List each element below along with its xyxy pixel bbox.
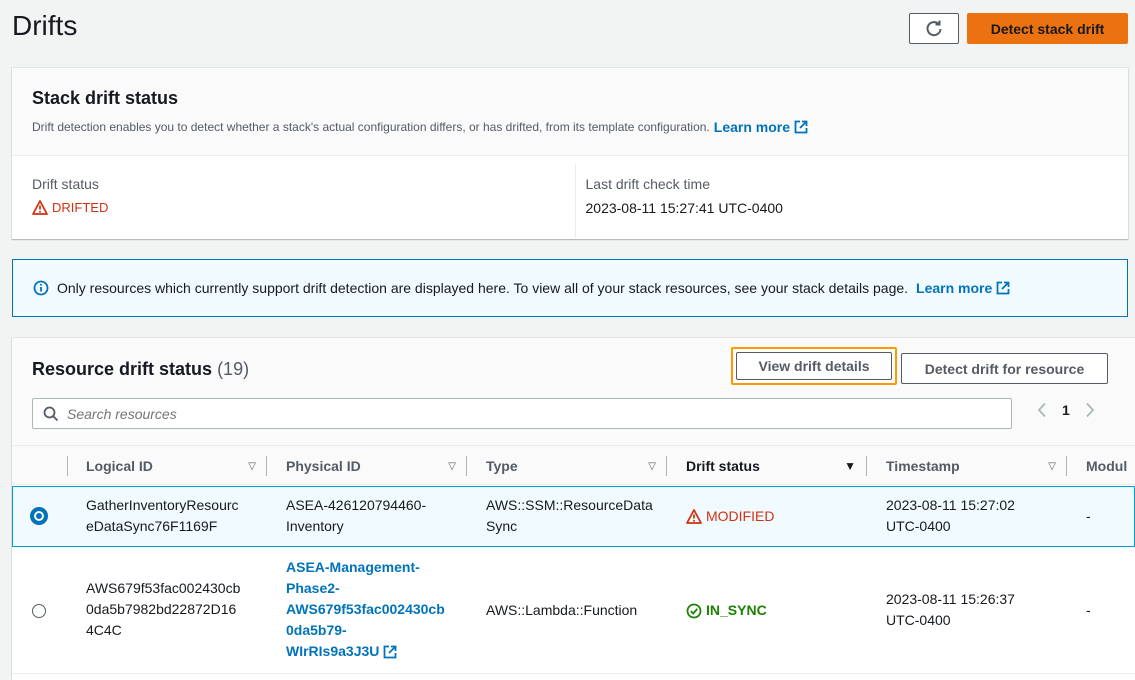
resource-count: (19)	[217, 359, 250, 379]
sort-icon: ▽	[248, 460, 256, 472]
stack-drift-status-title: Stack drift status	[32, 88, 179, 108]
detect-stack-drift-button[interactable]: Detect stack drift	[967, 13, 1128, 44]
column-physical-id-label: Physical ID	[286, 458, 361, 474]
drifted-text: DRIFTED	[52, 200, 109, 215]
warning-icon	[32, 200, 48, 215]
refresh-icon	[926, 20, 942, 36]
chevron-right-icon[interactable]	[1084, 402, 1096, 418]
logical-id-cell: GatherInventoryResourc eDataSync76F1169F	[86, 497, 239, 534]
external-link-icon	[794, 120, 808, 134]
info-learn-more-link[interactable]: Learn more	[916, 280, 1010, 296]
last-check-label: Last drift check time	[585, 176, 711, 192]
last-check-value: 2023-08-11 15:27:41 UTC-0400	[585, 200, 783, 216]
table-row[interactable]: AWS679f53fac002430cb 0da5b7982bd22872D16 4…	[12, 547, 1135, 674]
sort-icon: ▽	[1048, 460, 1056, 472]
timestamp-cell: 2023-08-11 15:27:02 UTC-0400	[886, 497, 1015, 534]
detect-drift-for-resource-button[interactable]: Detect drift for resource	[901, 353, 1108, 384]
type-cell: AWS::Lambda::Function	[486, 602, 638, 618]
column-module-label: Modul	[1086, 458, 1128, 474]
learn-more-label: Learn more	[713, 119, 791, 135]
page-title: Drifts	[12, 10, 78, 41]
last-check-field: Last drift check time 2023-08-11 15:27:4…	[574, 164, 1129, 238]
drift-status-value: DRIFTED	[32, 200, 575, 215]
search-input[interactable]	[67, 405, 967, 422]
row-radio-selected[interactable]	[30, 507, 48, 525]
page-number[interactable]: 1	[1062, 402, 1070, 418]
description-text: Drift detection enables you to detect wh…	[32, 120, 710, 134]
physical-id-cell: ASEA-426120794460- Inventory	[286, 497, 427, 534]
info-alert: Only resources which currently support d…	[12, 259, 1128, 317]
table-header: Logical ID ▽ Physical ID ▽ Type ▽ Drift sta…	[12, 445, 1135, 485]
sort-icon: ▽	[448, 460, 456, 472]
search-icon	[43, 406, 59, 421]
stack-drift-description: Drift detection enables you to detect wh…	[32, 119, 1128, 135]
column-timestamp-label: Timestamp	[886, 458, 960, 474]
drift-status-cell: IN_SYNC	[686, 600, 767, 621]
column-drift-status-label: Drift status	[686, 458, 760, 474]
column-logical-id-label: Logical ID	[86, 458, 153, 474]
column-physical-id[interactable]: Physical ID ▽	[286, 446, 466, 486]
stack-drift-status-header: Stack drift status Drift detection enabl…	[12, 68, 1128, 156]
view-drift-details-button[interactable]: View drift details	[731, 347, 897, 385]
column-timestamp[interactable]: Timestamp ▽	[886, 446, 1066, 486]
column-module[interactable]: Modul	[1086, 446, 1135, 486]
column-type-label: Type	[486, 458, 518, 474]
table-row[interactable]: GatherInventoryResourc eDataSync76F1169F …	[12, 486, 1135, 547]
check-circle-icon	[686, 603, 702, 618]
physical-id-link[interactable]: ASEA-Management- Phase2- AWS679f53fac00243…	[286, 557, 445, 662]
chevron-left-icon[interactable]	[1036, 402, 1048, 418]
drift-status-field: Drift status DRIFTED	[12, 156, 575, 238]
drift-status-label: Drift status	[32, 176, 99, 192]
refresh-button[interactable]	[909, 13, 959, 44]
learn-more-link[interactable]: Learn more	[714, 119, 808, 135]
info-learn-more-label: Learn more	[916, 280, 993, 296]
sort-icon: ▽	[648, 460, 656, 472]
column-type[interactable]: Type ▽	[486, 446, 666, 486]
column-drift-status[interactable]: Drift status ▼	[686, 446, 866, 486]
info-icon	[33, 280, 49, 296]
timestamp-cell: 2023-08-11 15:26:37 UTC-0400	[886, 591, 1015, 628]
stack-drift-status-panel: Stack drift status Drift detection enabl…	[12, 68, 1128, 239]
external-link-icon	[996, 281, 1010, 295]
module-cell: -	[1086, 602, 1091, 618]
pagination: 1	[1036, 402, 1096, 418]
column-logical-id[interactable]: Logical ID ▽	[86, 446, 266, 486]
info-text: Only resources which currently support d…	[57, 280, 909, 296]
row-radio[interactable]	[32, 604, 46, 618]
sort-desc-icon: ▼	[844, 459, 856, 473]
resource-drift-status-panel: Resource drift status (19) View drift de…	[12, 338, 1135, 680]
view-drift-details-label: View drift details	[736, 352, 892, 380]
logical-id-cell: AWS679f53fac002430cb 0da5b7982bd22872D16 4…	[86, 580, 241, 638]
drift-status-cell: MODIFIED	[686, 506, 774, 527]
external-link-icon	[383, 645, 397, 658]
resource-drift-status-title: Resource drift status (19)	[32, 359, 249, 380]
search-box[interactable]	[32, 398, 1012, 429]
type-cell: AWS::SSM::ResourceData Sync	[486, 497, 653, 534]
resource-title-text: Resource drift status	[32, 359, 213, 379]
warning-icon	[686, 509, 702, 524]
module-cell: -	[1086, 508, 1091, 524]
